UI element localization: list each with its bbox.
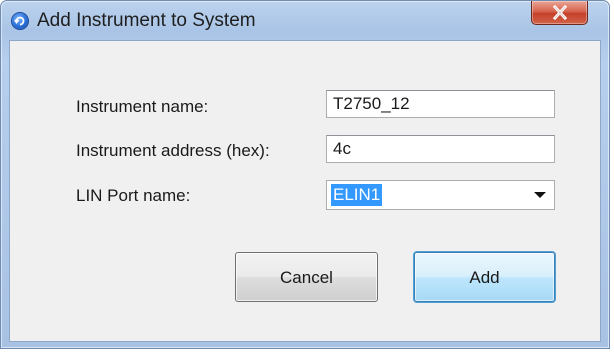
instrument-name-input[interactable]: T2750_12 [326,90,555,118]
instrument-name-label: Instrument name: [76,97,209,116]
instrument-address-label: Instrument address (hex): [76,141,270,160]
add-button[interactable]: Add [414,252,555,302]
chevron-down-icon[interactable] [534,192,546,198]
title-bar[interactable]: Add Instrument to System [1,1,609,35]
dialog-content: Instrument name: T2750_12 Instrument add… [9,40,601,342]
lin-port-select[interactable]: ELIN1 [326,180,555,210]
lin-port-label: LIN Port name: [76,186,191,205]
window-title: Add Instrument to System [37,10,256,31]
refresh-app-icon [12,13,28,29]
cancel-button[interactable]: Cancel [235,252,378,302]
close-icon [552,5,568,20]
lin-port-selected-value: ELIN1 [331,184,383,206]
dialog-window: Add Instrument to System Instrument name… [0,0,610,349]
instrument-address-input[interactable]: 4c [326,135,555,163]
close-button[interactable] [531,1,588,25]
